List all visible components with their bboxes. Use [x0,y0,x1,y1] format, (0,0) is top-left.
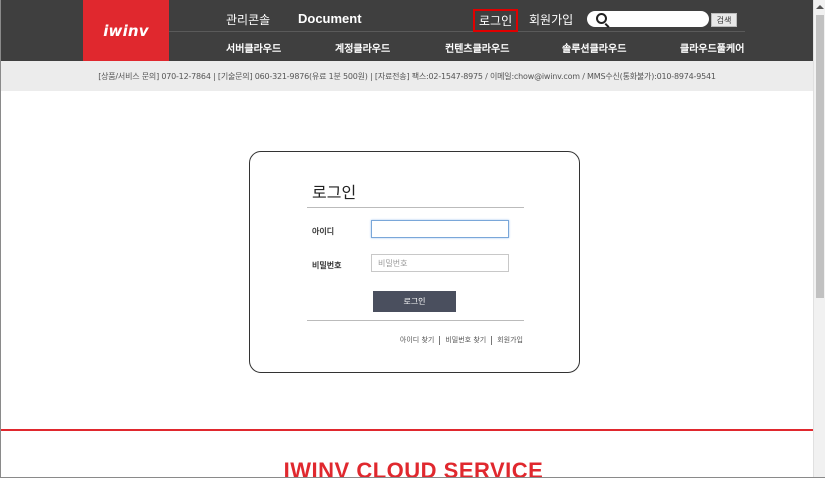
login-card: 로그인 아이디 비밀번호 로그인 아이디 찾기 비밀번호 찾기 회원가입 [249,151,580,373]
title-divider [307,207,524,208]
password-input[interactable] [371,254,509,272]
find-password-link[interactable]: 비밀번호 찾기 [445,335,486,345]
scrollbar-thumb[interactable] [816,15,824,298]
nav-cloud-fullcare[interactable]: 클라우드풀케어 [680,40,744,55]
footer-divider [1,429,813,431]
nav-divider [169,31,745,32]
login-button[interactable]: 로그인 [373,291,456,312]
account-links: 아이디 찾기 비밀번호 찾기 회원가입 [400,335,523,345]
iwinv-logo[interactable]: iwinv [83,0,169,61]
nav-content-cloud[interactable]: 컨텐츠클라우드 [445,40,509,55]
signup-link[interactable]: 회원가입 [529,11,573,28]
search-box [587,11,709,27]
link-separator [491,335,493,345]
nav-server-cloud[interactable]: 서버클라우드 [226,40,281,55]
site-header: iwinv 관리콘솔 Document 로그인 회원가입 검색 서버클라우드 계… [1,0,813,61]
contact-info: [상품/서비스 문의] 070-12-7864 | [기술문의] 060-321… [98,72,716,81]
scroll-up-arrow-icon[interactable] [814,0,825,13]
signup-bottom-link[interactable]: 회원가입 [497,335,523,345]
document-link[interactable]: Document [298,11,362,26]
cloud-service-title: IWINV CLOUD SERVICE [283,458,544,478]
password-label: 비밀번호 [312,261,342,270]
link-separator [439,335,441,345]
admin-console-link[interactable]: 관리콘솔 [226,11,270,28]
bottom-divider [307,320,524,321]
nav-solution-cloud[interactable]: 솔루션클라우드 [562,40,626,55]
search-icon [596,13,607,24]
nav-account-cloud[interactable]: 계정클라우드 [335,40,390,55]
search-button[interactable]: 검색 [711,13,737,27]
login-title: 로그인 [312,183,357,202]
login-link[interactable]: 로그인 [473,9,519,32]
browser-page: iwinv 관리콘솔 Document 로그인 회원가입 검색 서버클라우드 계… [0,0,825,478]
search-input[interactable] [611,12,703,26]
find-id-link[interactable]: 아이디 찾기 [400,335,434,345]
id-label: 아이디 [312,227,335,236]
id-input[interactable] [371,220,509,238]
logo-text: iwinv [103,21,149,40]
contact-bar: [상품/서비스 문의] 070-12-7864 | [기술문의] 060-321… [1,61,813,91]
vertical-scrollbar[interactable] [813,0,825,477]
